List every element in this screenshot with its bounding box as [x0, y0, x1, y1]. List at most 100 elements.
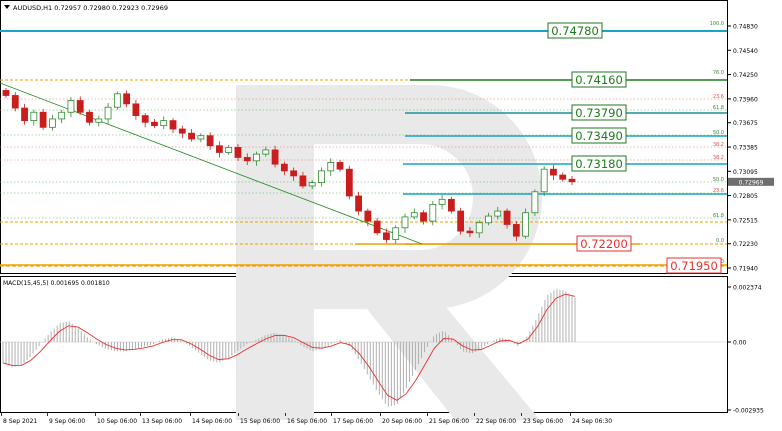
candle-body — [420, 212, 427, 222]
level-price-label: 0.73490 — [575, 129, 623, 143]
fib-level-label: 61.8 — [713, 105, 724, 111]
time-tick-label: 21 Sep 06:00 — [429, 418, 469, 425]
candle-body — [429, 203, 437, 222]
candle-body — [48, 118, 56, 128]
candle-body — [447, 198, 455, 212]
price-tick-label: 0.74830 — [733, 24, 758, 31]
candle-body — [30, 111, 38, 122]
candle-body — [485, 215, 492, 224]
fib-level-label: 100.0 — [710, 21, 724, 27]
level-price-label: 0.74780 — [551, 24, 599, 38]
fib-level-label: 23.6 — [713, 94, 724, 100]
candle-body — [568, 178, 576, 183]
time-tick-label: 14 Sep 06:00 — [192, 418, 232, 425]
chart-canvas[interactable]: 0.74830 0.74540 0.74250 0.73960 0.73675 0.733… — [0, 0, 782, 427]
candle-body — [234, 147, 242, 158]
macd-tick-label: 0.00 — [733, 340, 747, 347]
time-tick-label: 22 Sep 06:00 — [476, 418, 516, 425]
time-tick-label: 9 Sep 06:00 — [49, 418, 85, 425]
candle-body — [373, 220, 381, 234]
symbol-title: AUDUSD,H1 0.72957 0.72980 0.72923 0.7296… — [13, 4, 168, 12]
candle-body — [466, 230, 474, 234]
time-tick-label: 13 Sep 06:00 — [142, 418, 182, 425]
candle-body — [550, 168, 557, 176]
candle-body — [345, 168, 353, 197]
candle-body — [540, 168, 548, 193]
candle-body — [318, 170, 325, 183]
price-tick-label: 0.73960 — [733, 96, 758, 103]
fib-level-label: 0.0 — [716, 238, 724, 244]
candle-body — [494, 210, 502, 217]
candle-body — [58, 111, 66, 120]
candle-body — [364, 210, 372, 222]
candle-body — [11, 95, 19, 109]
candle-body — [95, 118, 103, 123]
candle-body — [141, 115, 149, 123]
time-tick-label: 15 Sep 06:00 — [240, 418, 280, 425]
candle-body — [401, 216, 409, 229]
time-tick-label: 8 Sep 2021 — [3, 418, 37, 425]
level-price-label: 0.71950 — [670, 259, 718, 273]
level-price-label: 0.73790 — [575, 106, 623, 120]
candle-body — [355, 195, 362, 212]
candle-body — [225, 147, 233, 153]
price-tick-label: 0.72230 — [733, 241, 758, 248]
candle-body — [253, 153, 260, 162]
fib-level-label: 50.0 — [713, 177, 724, 183]
candle-body — [39, 111, 47, 128]
candle-body — [197, 135, 205, 140]
level-price-label: 0.72200 — [580, 237, 628, 251]
candle-body — [475, 222, 483, 234]
candle-body — [76, 100, 84, 113]
price-tick-label: 0.71940 — [733, 266, 758, 273]
time-tick-label: 10 Sep 06:00 — [97, 418, 137, 425]
candle-body — [438, 198, 446, 205]
candle-body — [327, 162, 335, 172]
candle-body — [271, 149, 279, 165]
macd-label: MACD(15,45,5) 0.001695 0.001810 — [3, 280, 110, 287]
candle-body — [512, 224, 520, 237]
price-tick-label: 0.73095 — [733, 169, 758, 176]
candle-body — [104, 106, 112, 120]
time-tick-label: 17 Sep 06:00 — [333, 418, 373, 425]
candle-body — [299, 175, 307, 187]
candle-body — [262, 149, 270, 155]
time-tick-label: 23 Sep 06:00 — [523, 418, 563, 425]
candle-body — [308, 182, 316, 187]
time-tick-label: 16 Sep 06:00 — [287, 418, 327, 425]
fib-level-label: 38.2 — [713, 155, 724, 161]
candle-body — [151, 121, 158, 127]
trading-chart-window[interactable]: 0.74830 0.74540 0.74250 0.73960 0.73675 0.733… — [0, 0, 782, 427]
candle-body — [392, 227, 400, 240]
candle-body — [206, 135, 214, 147]
candle-body — [280, 163, 288, 172]
candle-body — [86, 111, 93, 123]
fib-level-label: 23.6 — [713, 188, 724, 194]
fib-level-label: 76.0 — [713, 70, 724, 76]
candle-body — [188, 132, 195, 140]
macd-tick-label: 0.002374 — [733, 285, 762, 292]
candle-body — [132, 103, 140, 116]
price-tick-label: 0.74250 — [733, 72, 758, 79]
fib-level-label: 50.0 — [713, 130, 724, 136]
price-tick-label: 0.73675 — [733, 120, 758, 127]
candle-body — [383, 232, 390, 240]
candle-body — [216, 145, 223, 153]
candle-body — [559, 174, 567, 180]
candle-body — [503, 210, 511, 225]
candle-body — [243, 157, 251, 162]
candle-body — [531, 191, 539, 214]
candle-body — [113, 93, 121, 108]
candle-body — [21, 107, 28, 122]
macd-tick-label: -0.002935 — [733, 408, 764, 415]
candle-body — [178, 128, 186, 134]
price-tick-label: 0.73385 — [733, 145, 758, 152]
price-tick-label: 0.74540 — [733, 48, 758, 55]
price-tick-label: 0.72515 — [733, 217, 758, 224]
candle-body — [336, 162, 344, 170]
fib-level-label: 61.8 — [713, 213, 724, 219]
candle-body — [169, 120, 177, 130]
price-tick-label: 0.72805 — [733, 193, 758, 200]
level-price-label: 0.74160 — [575, 73, 623, 87]
time-tick-label: 24 Sep 06:30 — [572, 418, 612, 425]
